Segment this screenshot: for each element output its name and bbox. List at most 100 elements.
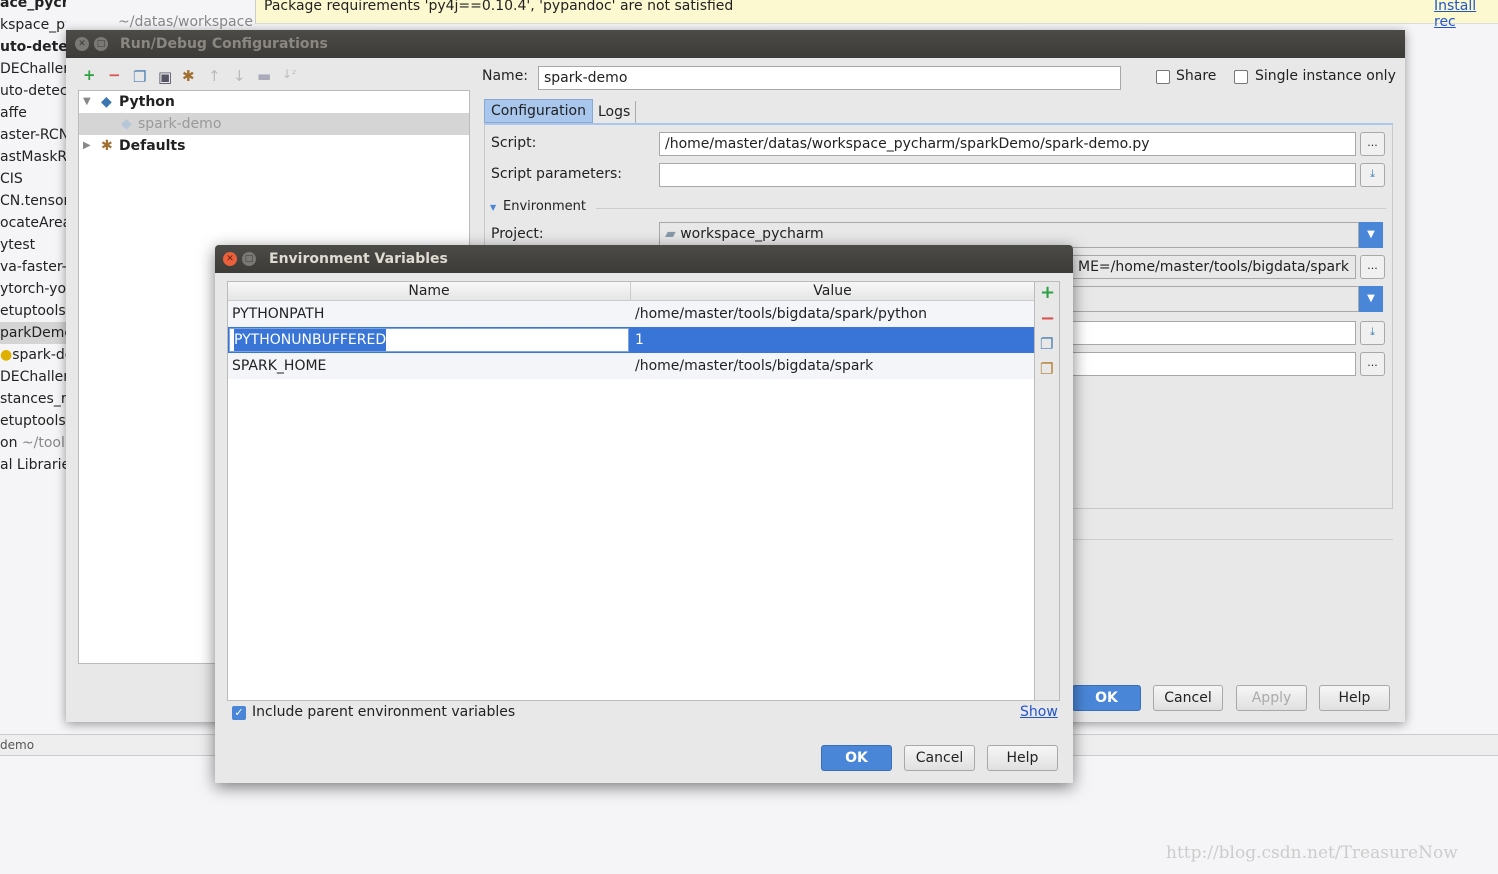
- share-checkbox[interactable]: [1156, 70, 1170, 84]
- project-item[interactable]: etuptools-: [0, 410, 66, 432]
- project-item[interactable]: astMaskRC: [0, 146, 66, 168]
- install-link[interactable]: Install rec: [1434, 0, 1498, 30]
- project-item[interactable]: va-faster-: [0, 256, 66, 278]
- project-item[interactable]: al Libraries: [0, 454, 66, 476]
- add-icon[interactable]: +: [1040, 282, 1055, 303]
- close-icon[interactable]: ✕: [75, 37, 89, 51]
- add-icon[interactable]: +: [83, 66, 96, 84]
- folder-icon[interactable]: ▬: [257, 67, 271, 85]
- notification-bar: Package requirements 'py4j==0.10.4', 'py…: [255, 0, 1498, 30]
- cancel-button[interactable]: Cancel: [904, 745, 975, 771]
- expand-icon[interactable]: ▶: [83, 135, 91, 157]
- chevron-down-icon[interactable]: ▼: [1359, 222, 1383, 248]
- table-side-toolbar: + − ❐ ❐: [1035, 281, 1060, 701]
- project-tree: ace_pycharm kspace_pycharm uto-detec DEC…: [0, 0, 66, 476]
- project-item[interactable]: etuptools-: [0, 300, 66, 322]
- name-input[interactable]: spark-demo: [538, 66, 1121, 90]
- script-input[interactable]: /home/master/datas/workspace_pycharm/spa…: [659, 132, 1356, 156]
- working-dir-browse-button[interactable]: ...: [1360, 352, 1385, 376]
- project-item[interactable]: DEChaller: [0, 366, 66, 388]
- project-item[interactable]: aster-RCN: [0, 124, 66, 146]
- python-icon: ◆: [121, 116, 132, 132]
- remove-icon[interactable]: −: [1040, 308, 1055, 329]
- table-row[interactable]: PYTHONPATH /home/master/tools/bigdata/sp…: [228, 301, 1034, 327]
- env-titlebar: ✕ □ Environment Variables: [215, 245, 1073, 273]
- apply-button[interactable]: Apply: [1236, 685, 1307, 711]
- tab-logs[interactable]: Logs: [593, 101, 637, 123]
- divider: [1072, 539, 1393, 540]
- env-vars-dialog: ✕ □ Environment Variables Name Value PYT…: [215, 245, 1073, 783]
- run-debug-titlebar: ✕ □ Run/Debug Configurations: [66, 30, 1405, 58]
- interpreter-select[interactable]: [1072, 286, 1359, 312]
- working-dir-input[interactable]: [1072, 352, 1356, 376]
- interpreter-options-input[interactable]: [1072, 321, 1356, 345]
- wrench-icon: ✱: [101, 138, 113, 154]
- env-vars-input[interactable]: ME=/home/master/tools/bigdata/spark: [1072, 255, 1356, 279]
- name-label: Name:: [482, 68, 529, 84]
- project-item[interactable]: ytest: [0, 234, 66, 256]
- table-row[interactable]: SPARK_HOME /home/master/tools/bigdata/sp…: [228, 353, 1034, 379]
- script-params-label: Script parameters:: [491, 166, 622, 182]
- project-item[interactable]: on ~/tool: [0, 432, 66, 454]
- cancel-button[interactable]: Cancel: [1153, 685, 1223, 711]
- watermark: http://blog.csdn.net/TreasureNow: [1166, 843, 1458, 863]
- table-header: Name Value: [228, 282, 1034, 301]
- arrow-up-icon[interactable]: ↑: [208, 67, 221, 85]
- maximize-icon[interactable]: □: [242, 252, 256, 266]
- project-item[interactable]: CIS: [0, 168, 66, 190]
- maximize-icon[interactable]: □: [94, 37, 108, 51]
- project-item[interactable]: ytorch-yo: [0, 278, 66, 300]
- expand-options-button[interactable]: ⤓: [1360, 321, 1385, 345]
- expand-icon[interactable]: ▼: [83, 91, 91, 113]
- tree-python[interactable]: ▼ ◆ Python: [79, 91, 469, 113]
- copy-icon[interactable]: ❐: [1040, 335, 1053, 353]
- project-item[interactable]: stances_r: [0, 388, 66, 410]
- project-item[interactable]: CN.tensor: [0, 190, 66, 212]
- project-item[interactable]: kspace_pycharm: [0, 14, 66, 36]
- wrench-icon[interactable]: ✱: [182, 67, 195, 85]
- project-item[interactable]: DEChaller: [0, 58, 66, 80]
- folder-icon: ▰: [665, 226, 676, 242]
- project-item[interactable]: ocateArea: [0, 212, 66, 234]
- share-label: Share: [1176, 68, 1217, 84]
- sort-icon[interactable]: ↓ᶻ: [282, 67, 296, 81]
- project-item[interactable]: ace_pycharm: [0, 0, 66, 14]
- expand-params-button[interactable]: ⤓: [1360, 163, 1385, 187]
- tree-spark-demo[interactable]: ◆ spark-demo: [79, 113, 469, 135]
- tab-configuration[interactable]: Configuration: [484, 99, 593, 123]
- copy-icon[interactable]: ❐: [133, 68, 146, 86]
- ok-button[interactable]: OK: [1072, 685, 1141, 711]
- save-icon[interactable]: ▣: [158, 68, 172, 86]
- show-link[interactable]: Show: [1020, 704, 1058, 720]
- column-header-value[interactable]: Value: [631, 282, 1034, 301]
- remove-icon[interactable]: −: [108, 66, 121, 84]
- name-cell-editor[interactable]: PYTHONUNBUFFERED: [229, 328, 629, 352]
- project-item[interactable]: affe: [0, 102, 66, 124]
- arrow-down-icon[interactable]: ↓: [233, 67, 246, 85]
- help-button[interactable]: Help: [1319, 685, 1390, 711]
- help-button[interactable]: Help: [987, 745, 1058, 771]
- project-item[interactable]: uto-detec: [0, 80, 66, 102]
- environment-section-label: Environment: [503, 199, 587, 214]
- table-row-selected[interactable]: PYTHONUNBUFFERED 1: [228, 327, 1034, 353]
- browse-button[interactable]: ...: [1360, 132, 1385, 156]
- single-instance-checkbox[interactable]: [1234, 70, 1248, 84]
- project-item[interactable]: ●spark-de: [0, 344, 66, 366]
- environment-collapse-icon[interactable]: ▼: [490, 203, 496, 212]
- script-params-input[interactable]: [659, 163, 1356, 187]
- env-vars-browse-button[interactable]: ...: [1360, 255, 1385, 279]
- column-header-name[interactable]: Name: [228, 282, 631, 301]
- tree-defaults[interactable]: ▶ ✱ Defaults: [79, 135, 469, 157]
- chevron-down-icon[interactable]: ▼: [1359, 286, 1383, 312]
- close-icon[interactable]: ✕: [223, 252, 237, 266]
- env-table: Name Value PYTHONPATH /home/master/tools…: [227, 281, 1035, 701]
- single-instance-label: Single instance only: [1255, 68, 1396, 84]
- paste-icon[interactable]: ❐: [1040, 360, 1053, 378]
- include-parent-checkbox[interactable]: ✓: [232, 706, 246, 720]
- notification-text: Package requirements 'py4j==0.10.4', 'py…: [264, 0, 734, 14]
- script-label: Script:: [491, 135, 537, 151]
- dialog-title: Run/Debug Configurations: [120, 36, 328, 52]
- project-item[interactable]: parkDemo: [0, 322, 66, 344]
- project-item[interactable]: uto-detec: [0, 36, 66, 58]
- ok-button[interactable]: OK: [821, 745, 892, 771]
